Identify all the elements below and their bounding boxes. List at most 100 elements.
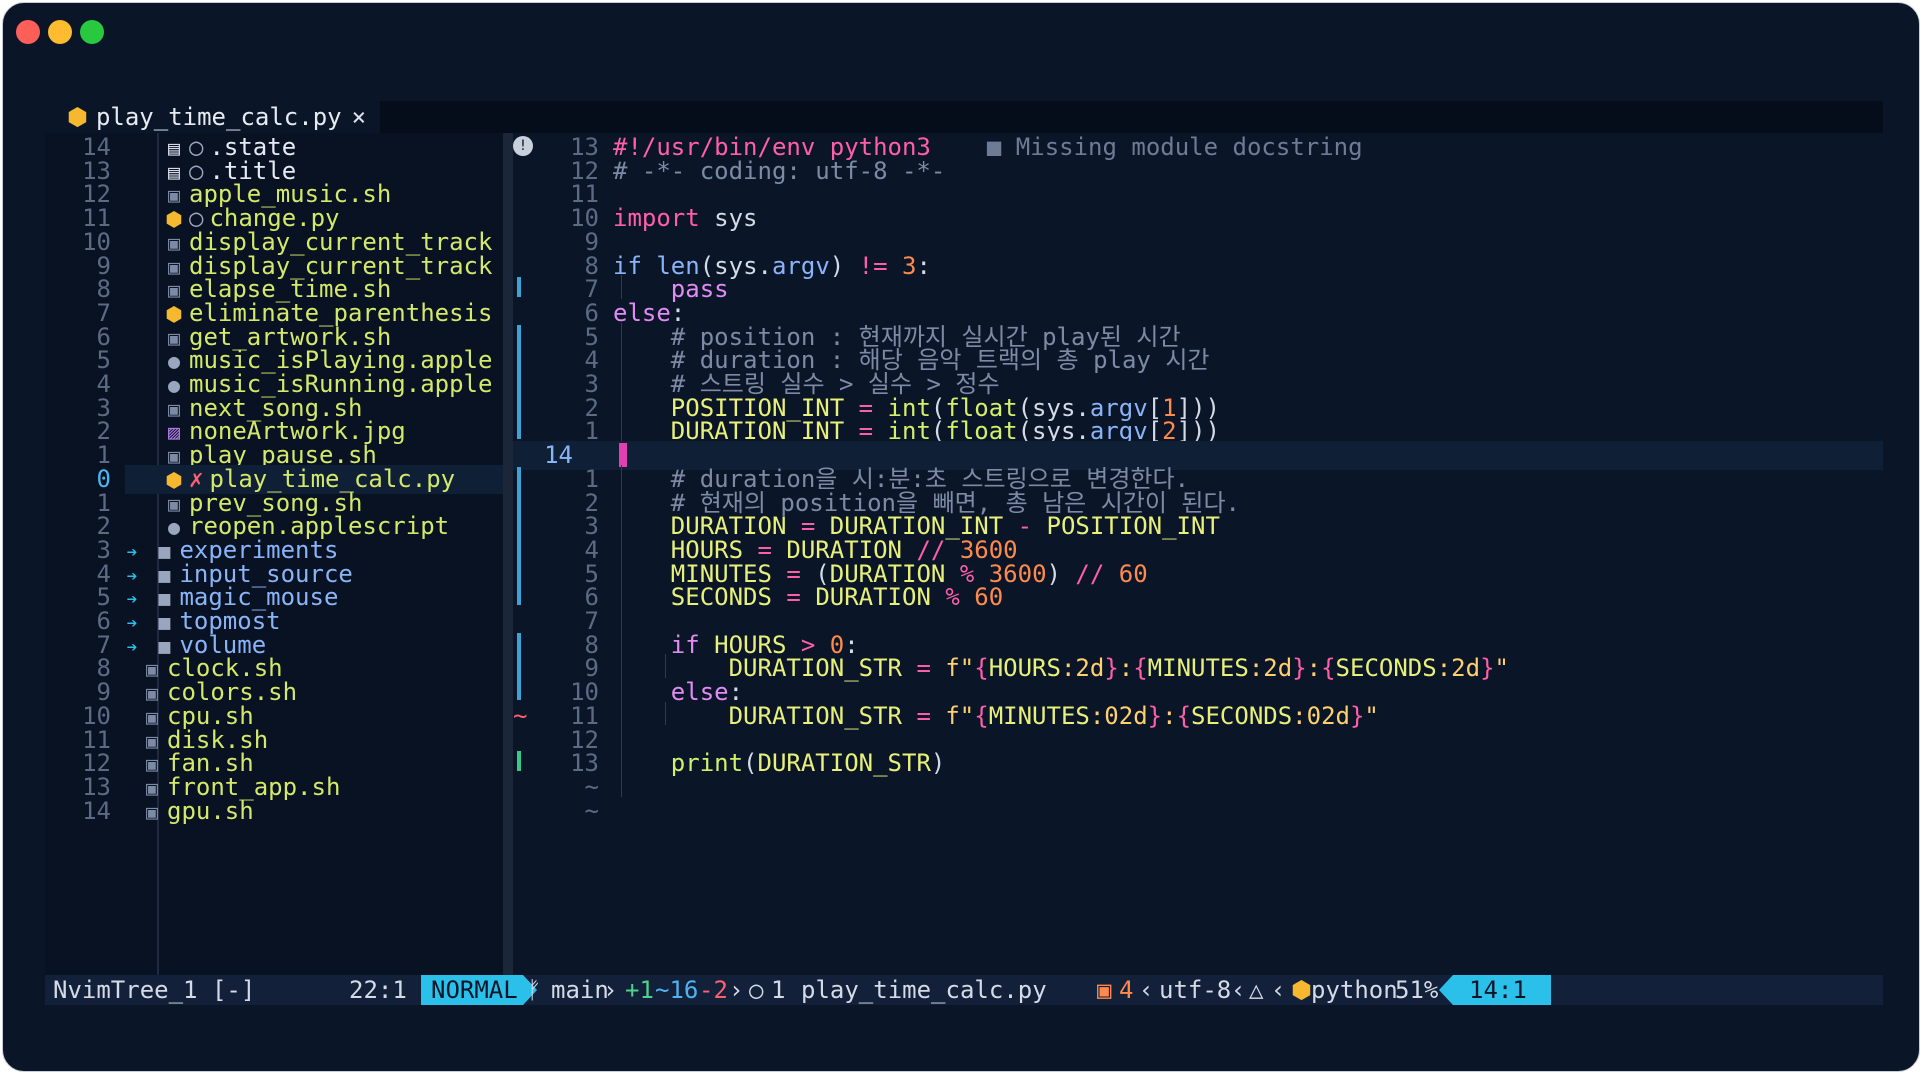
- code-line[interactable]: DURATION_STR = f"{MINUTES:02d}:{SECONDS:…: [613, 702, 1379, 731]
- code-token: ": [1364, 701, 1379, 730]
- git-added: +1: [625, 976, 654, 1004]
- expand-arrow-icon[interactable]: ➔: [123, 633, 141, 662]
- code-token: :2d: [1436, 654, 1481, 683]
- separator-icon: ‹: [1271, 976, 1286, 1004]
- git-branch-icon: ᚠ: [527, 976, 542, 1004]
- tabline: ⬢ play_time_calc.py ×: [45, 101, 1883, 133]
- code-token: SECONDS: [1335, 654, 1437, 683]
- code-token: =: [786, 583, 801, 612]
- code-token: %: [945, 583, 960, 612]
- code-line[interactable]: # -*- coding: utf-8 -*-: [613, 157, 945, 186]
- code-line[interactable]: DURATION_STR = f"{HOURS:2d}:{MINUTES:2d}…: [613, 654, 1509, 683]
- tree-file[interactable]: ▣ gpu.sh: [143, 797, 254, 826]
- separator-icon: ‹: [1231, 976, 1246, 1004]
- code-token: # -*- coding: utf-8 -*-: [613, 156, 946, 185]
- code-token: =: [916, 654, 931, 683]
- cursor: [619, 443, 627, 468]
- code-token: :: [916, 251, 931, 280]
- indent-guide: [665, 701, 666, 726]
- code-token: :2d: [1060, 654, 1105, 683]
- code-token: :02d: [1089, 701, 1148, 730]
- code-token: {: [1321, 654, 1336, 683]
- linux-icon: △: [1249, 976, 1264, 1004]
- window-separator[interactable]: [503, 133, 513, 975]
- code-token: sys: [699, 204, 758, 233]
- code-token: ): [930, 749, 946, 778]
- package-icon: ▣: [1097, 976, 1112, 1004]
- tree-status-position: 22:1: [349, 976, 407, 1004]
- indent-guide: [621, 275, 622, 299]
- code-token: {: [974, 701, 989, 730]
- separator-icon: ‹: [1139, 976, 1154, 1004]
- separator-icon: ›: [729, 976, 744, 1004]
- code-token: }: [1349, 701, 1365, 730]
- python-icon: ⬢: [1291, 976, 1312, 1004]
- scroll-percent: 51%: [1395, 976, 1439, 1004]
- code-token: DURATION_STR: [613, 701, 902, 730]
- code-token: DURATION_STR: [757, 749, 931, 778]
- git-change-sign: [517, 324, 521, 440]
- position-arrow-icon: [1439, 975, 1453, 1005]
- zoom-window-button[interactable]: [80, 20, 104, 44]
- code-token: import: [613, 204, 700, 233]
- git-removed: -2: [699, 976, 728, 1004]
- neovim: ⬢ play_time_calc.py × 14 ▤ ○ .state 13 ▤ ○ .tit…: [45, 101, 1883, 1005]
- code-token: HOURS: [988, 654, 1061, 683]
- git-change-sign: [517, 277, 521, 297]
- file-tree[interactable]: 14 ▤ ○ .state 13 ▤ ○ .title 12 ▣ apple_music.sh 11 ⬢…: [45, 133, 503, 975]
- code-token: MINUTES: [1147, 654, 1249, 683]
- encoding: utf-8: [1159, 976, 1232, 1004]
- git-change-sign: [517, 632, 521, 700]
- indent-guide: [621, 464, 622, 797]
- code-token: {: [974, 654, 989, 683]
- terminal-window: ⬢ play_time_calc.py × 14 ▤ ○ .state 13 ▤ ○ .tit…: [2, 2, 1920, 1072]
- code-token: 3: [902, 251, 917, 280]
- status-filename: play_time_calc.py: [801, 976, 1047, 1004]
- separator-icon: ›: [603, 976, 618, 1004]
- code-line[interactable]: print(DURATION_STR): [613, 749, 946, 778]
- lsp-count: 1: [771, 976, 786, 1004]
- code-token: POSITION_INT: [1046, 512, 1220, 541]
- code-line[interactable]: SECONDS = DURATION % 60: [613, 583, 1003, 612]
- indent-guide: [665, 654, 666, 679]
- code-token: }: [1104, 654, 1119, 683]
- tree-status-name: NvimTree_1 [-]: [53, 976, 256, 1004]
- code-token: 60: [1118, 559, 1148, 588]
- lightbulb-icon: ○: [749, 976, 764, 1004]
- terminal-icon: ▣: [145, 799, 159, 824]
- code-editor[interactable]: 13 #!/usr/bin/env python3 ■ Missing module…: [513, 133, 1883, 975]
- tab-play-time-calc[interactable]: ⬢ play_time_calc.py ×: [45, 101, 381, 133]
- cursor-position: 14:1: [1453, 975, 1551, 1005]
- code-token: ): [829, 251, 859, 280]
- line-number: ~: [584, 796, 599, 825]
- code-token: =: [916, 701, 931, 730]
- code-token: print: [613, 749, 744, 778]
- minimize-window-button[interactable]: [48, 20, 72, 44]
- tree-line-number: 14: [82, 796, 111, 825]
- warning-sign-icon[interactable]: !: [513, 136, 533, 156]
- code-token: ): [1046, 559, 1076, 588]
- indent-guide: [621, 322, 622, 442]
- code-token: DURATION: [815, 583, 931, 612]
- close-window-button[interactable]: [16, 20, 40, 44]
- statusline: NvimTree_1 [-] 22:1 NORMAL ᚠ main › +1 ~…: [45, 975, 1883, 1005]
- code-token: }: [1147, 701, 1163, 730]
- code-token: //: [1075, 559, 1105, 588]
- code-token: (: [743, 749, 758, 778]
- close-icon[interactable]: ×: [352, 103, 366, 131]
- code-token: :: [1162, 701, 1177, 730]
- code-token: 60: [974, 583, 1004, 612]
- code-token: }: [1480, 654, 1495, 683]
- code-token: !=: [858, 251, 888, 280]
- mode-indicator: NORMAL: [421, 975, 523, 1005]
- git-changedelete-sign: ~: [513, 701, 528, 730]
- code-line[interactable]: import sys: [613, 204, 758, 233]
